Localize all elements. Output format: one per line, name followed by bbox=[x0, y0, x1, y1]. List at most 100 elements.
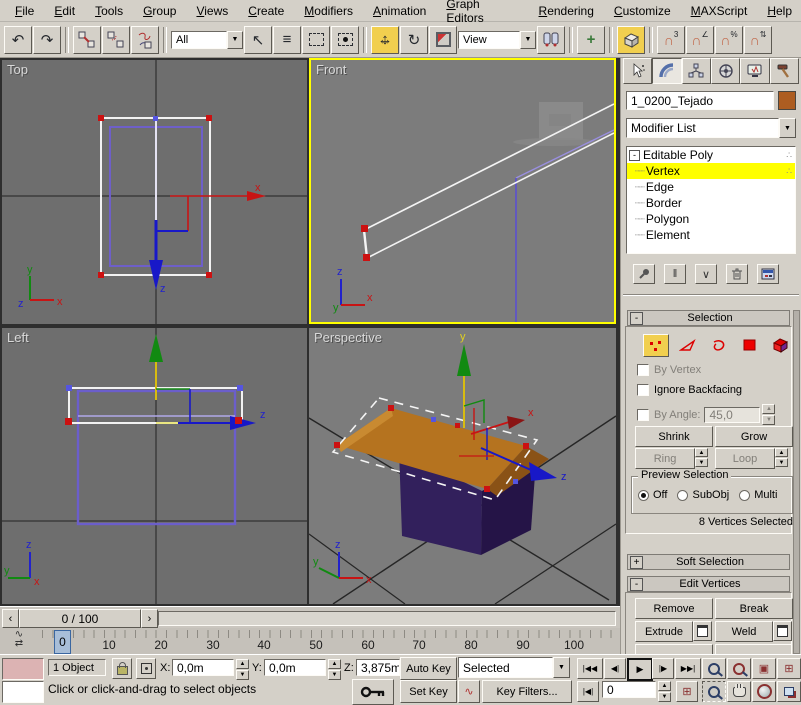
x-coord-spinner[interactable]: ▲ ▼ bbox=[236, 659, 249, 680]
menu-tools[interactable]: Tools bbox=[86, 2, 132, 20]
z-coord-field[interactable]: 3,875m bbox=[356, 659, 400, 676]
time-configuration-icon[interactable]: ⊞ bbox=[676, 681, 698, 702]
stack-row-vertex[interactable]: ┈┈ Vertex ∴ bbox=[627, 163, 795, 179]
menu-file[interactable]: File bbox=[6, 2, 43, 20]
x-coord-field[interactable]: 0,0m bbox=[172, 659, 234, 676]
collapse-icon[interactable]: - bbox=[630, 311, 643, 325]
checkbox-icon[interactable] bbox=[637, 384, 649, 396]
preview-off-radio[interactable]: Off bbox=[638, 489, 667, 501]
by-angle-checkbox[interactable]: By Angle: 45,0 ▲ ▼ bbox=[637, 404, 776, 425]
pan-icon[interactable] bbox=[727, 681, 751, 702]
spin-up-icon[interactable]: ▲ bbox=[775, 448, 788, 457]
collapse-icon[interactable]: - bbox=[629, 149, 640, 161]
selection-filter-dropdown[interactable]: All ▼ bbox=[171, 30, 243, 50]
undo-icon[interactable]: ↶ bbox=[4, 25, 32, 54]
key-filters-button[interactable]: Key Filters... bbox=[482, 680, 572, 703]
configure-modifier-sets-icon[interactable] bbox=[757, 264, 779, 284]
use-pivot-point-center-icon[interactable] bbox=[537, 25, 565, 54]
checkbox-icon[interactable] bbox=[637, 408, 649, 421]
preview-subobj-radio[interactable]: SubObj bbox=[677, 489, 729, 501]
by-angle-value-field[interactable]: 45,0 bbox=[704, 406, 761, 423]
select-by-name-icon[interactable]: ≡ bbox=[273, 25, 301, 54]
track-bar-ruler[interactable]: 10 20 30 40 50 60 70 80 90 100 0 bbox=[42, 630, 616, 654]
radio-icon[interactable] bbox=[677, 489, 689, 501]
select-and-manipulate-icon[interactable]: + bbox=[577, 25, 605, 54]
menu-help[interactable]: Help bbox=[758, 2, 801, 20]
zoom-extents-all-icon[interactable]: ⊞ bbox=[777, 658, 801, 679]
select-and-rotate-icon[interactable]: ↻ bbox=[400, 25, 428, 54]
select-and-link-icon[interactable] bbox=[73, 25, 101, 54]
spin-down-icon[interactable]: ▼ bbox=[762, 415, 776, 425]
show-end-result-icon[interactable]: ‖ bbox=[664, 264, 686, 284]
menu-animation[interactable]: Animation bbox=[364, 2, 435, 20]
spin-up-icon[interactable]: ▲ bbox=[658, 681, 671, 691]
weld-button[interactable]: Weld bbox=[715, 621, 773, 642]
spin-down-icon[interactable]: ▼ bbox=[658, 692, 671, 702]
chevron-down-icon[interactable]: ▼ bbox=[227, 30, 243, 49]
shrink-button[interactable]: Shrink bbox=[635, 426, 713, 447]
y-coord-spinner[interactable]: ▲ ▼ bbox=[328, 659, 341, 680]
spin-down-icon[interactable]: ▼ bbox=[775, 458, 788, 467]
time-slider-next-button[interactable]: › bbox=[141, 609, 158, 628]
by-angle-spinner[interactable]: ▲ ▼ bbox=[762, 404, 776, 425]
remove-modifier-icon[interactable] bbox=[726, 264, 748, 284]
window-crossing-icon[interactable] bbox=[331, 25, 359, 54]
go-to-start-icon[interactable]: |◀◀ bbox=[577, 658, 603, 679]
go-to-end-icon[interactable]: ▶▶| bbox=[675, 658, 701, 679]
tab-utilities-icon[interactable] bbox=[769, 58, 799, 84]
track-bar-frame-handle[interactable]: 0 bbox=[54, 630, 71, 654]
modifier-list-dropdown[interactable]: Modifier List ▼ bbox=[626, 118, 796, 138]
reference-coordinate-system-dropdown[interactable]: View ▼ bbox=[458, 30, 536, 50]
select-and-move-icon[interactable]: ↔ ↕ bbox=[371, 25, 399, 54]
mini-curve-editor-icon[interactable]: ∿ ⇄ bbox=[4, 630, 34, 651]
tab-create-icon[interactable] bbox=[623, 58, 653, 84]
spin-up-icon[interactable]: ▲ bbox=[762, 404, 776, 414]
menu-maxscript[interactable]: MAXScript bbox=[682, 2, 757, 20]
chevron-down-icon[interactable]: ▼ bbox=[520, 30, 536, 49]
expand-icon[interactable]: + bbox=[630, 555, 643, 569]
redo-icon[interactable]: ↷ bbox=[33, 25, 61, 54]
extrude-button[interactable]: Extrude bbox=[635, 621, 693, 642]
tab-motion-icon[interactable] bbox=[710, 58, 741, 84]
menu-group[interactable]: Group bbox=[134, 2, 185, 20]
grow-button[interactable]: Grow bbox=[715, 426, 793, 447]
ignore-backfacing-checkbox[interactable]: Ignore Backfacing bbox=[637, 384, 742, 396]
extrude-settings-icon[interactable] bbox=[693, 621, 712, 641]
radio-icon[interactable] bbox=[739, 489, 751, 501]
rectangular-selection-region-icon[interactable] bbox=[302, 25, 330, 54]
current-frame-field[interactable]: 0 bbox=[602, 681, 656, 698]
chevron-down-icon[interactable]: ▼ bbox=[553, 657, 570, 678]
bind-to-space-warp-icon[interactable] bbox=[131, 25, 159, 54]
object-color-swatch[interactable] bbox=[778, 91, 796, 110]
spin-down-icon[interactable]: ▼ bbox=[236, 670, 249, 680]
pin-stack-icon[interactable] bbox=[633, 264, 655, 284]
viewport-top[interactable]: x z y x z Top bbox=[2, 60, 307, 324]
spin-down-icon[interactable]: ▼ bbox=[695, 458, 708, 467]
time-slider-prev-button[interactable]: ‹ bbox=[2, 609, 19, 628]
previous-frame-icon[interactable]: ◀| bbox=[604, 658, 626, 679]
angle-snap-icon[interactable]: ∩∠ bbox=[686, 25, 714, 54]
time-slider-track[interactable] bbox=[158, 611, 616, 626]
edit-vertices-rollout-header[interactable]: - Edit Vertices bbox=[627, 576, 790, 592]
tab-modify-icon[interactable] bbox=[652, 58, 682, 84]
break-button[interactable]: Break bbox=[715, 598, 793, 619]
zoom-extents-icon[interactable]: ▣ bbox=[752, 658, 776, 679]
loop-button[interactable]: Loop bbox=[715, 448, 775, 469]
frame-spinner[interactable]: ▲ ▼ bbox=[658, 681, 671, 702]
weld-settings-icon[interactable] bbox=[773, 621, 792, 641]
auto-key-button[interactable]: Auto Key bbox=[400, 657, 457, 680]
tab-hierarchy-icon[interactable] bbox=[681, 58, 711, 84]
maxscript-listener-white[interactable] bbox=[2, 681, 44, 703]
set-key-button[interactable]: Set Key bbox=[400, 680, 457, 703]
percent-snap-icon[interactable]: ∩% bbox=[715, 25, 743, 54]
keyboard-override-toggle-icon[interactable] bbox=[617, 25, 645, 54]
polygon-mode-icon[interactable] bbox=[738, 334, 762, 355]
radio-icon[interactable] bbox=[638, 489, 649, 501]
next-frame-icon[interactable]: |▶ bbox=[652, 658, 674, 679]
stack-row-edge[interactable]: ┈┈ Edge bbox=[627, 179, 795, 195]
edge-mode-icon[interactable] bbox=[676, 334, 700, 355]
menu-modifiers[interactable]: Modifiers bbox=[295, 2, 362, 20]
spinner-snap-icon[interactable]: ∩⇅ bbox=[744, 25, 772, 54]
arc-rotate-icon[interactable] bbox=[752, 681, 776, 702]
time-slider-button[interactable]: 0 / 100 bbox=[19, 609, 141, 628]
